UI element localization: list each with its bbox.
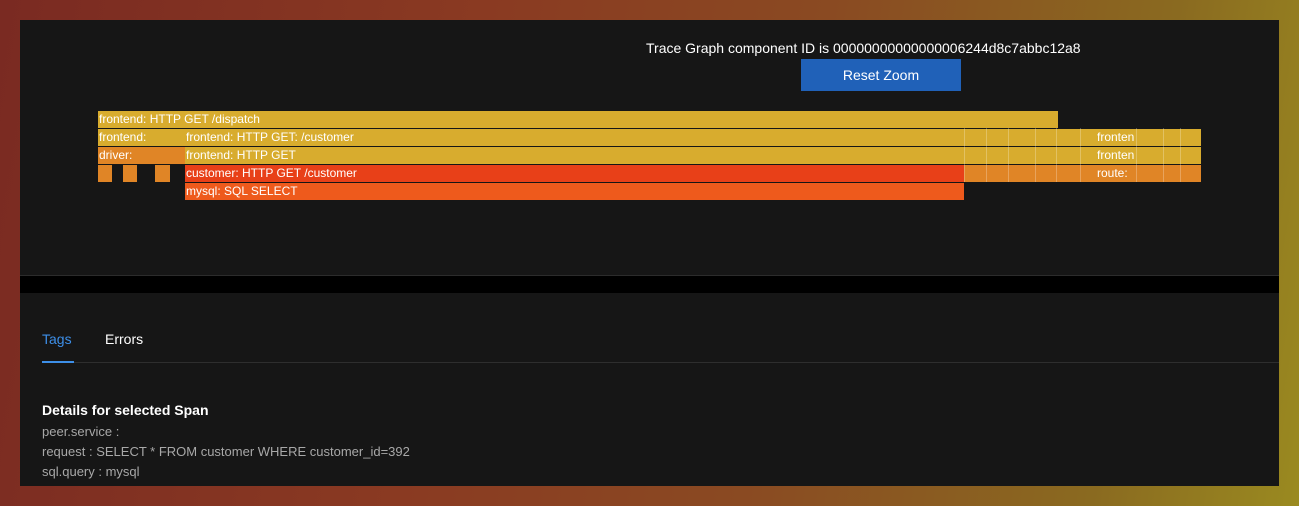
span-separator	[1163, 128, 1164, 182]
span-separator	[1180, 128, 1181, 182]
details-panel: Tags Errors Details for selected Span pe…	[20, 293, 1279, 486]
span-separator	[986, 128, 987, 182]
details-title: Details for selected Span	[42, 402, 209, 418]
trace-graph-panel[interactable]: Trace Graph component ID is 000000000000…	[20, 20, 1279, 275]
detail-row-peer-service: peer.service :	[42, 424, 120, 439]
app-window: Trace Graph component ID is 000000000000…	[20, 20, 1279, 486]
detail-row-request: request : SELECT * FROM customer WHERE c…	[42, 444, 410, 459]
span-separator	[964, 128, 965, 182]
span-frontend-get[interactable]: frontend: HTTP GET	[185, 147, 1201, 164]
trace-graph-title: Trace Graph component ID is 000000000000…	[646, 40, 1081, 56]
span-separator	[1008, 128, 1009, 182]
span-right-frontend-2[interactable]: fronten	[1096, 147, 1136, 164]
span-frontend-customer[interactable]: frontend: HTTP GET: /customer	[185, 129, 965, 146]
span-separator	[1080, 128, 1081, 182]
span-separator	[1056, 128, 1057, 182]
span-frontend-dispatch[interactable]: frontend: HTTP GET /dispatch	[98, 111, 1058, 128]
span-separator	[1136, 128, 1137, 182]
tab-tags[interactable]: Tags	[42, 331, 72, 347]
active-tab-indicator	[42, 361, 74, 363]
span-customer-get[interactable]: customer: HTTP GET /customer	[185, 165, 964, 182]
tab-errors[interactable]: Errors	[105, 331, 143, 347]
reset-zoom-button[interactable]: Reset Zoom	[801, 59, 961, 91]
span-right-route[interactable]: route:	[1096, 165, 1136, 182]
span-separator	[1035, 128, 1036, 182]
span-right-frontend-1[interactable]: fronten	[1096, 129, 1136, 146]
tab-divider	[42, 362, 1279, 363]
detail-row-sql-query: sql.query : mysql	[42, 464, 140, 479]
span-redis-3[interactable]	[155, 165, 170, 182]
panel-divider[interactable]	[20, 275, 1279, 294]
span-mysql-select[interactable]: mysql: SQL SELECT	[185, 183, 964, 200]
span-driver-row[interactable]: driver:	[98, 147, 185, 164]
span-redis-2[interactable]	[123, 165, 137, 182]
span-redis-1[interactable]	[98, 165, 112, 182]
span-route-row[interactable]	[964, 165, 1201, 182]
